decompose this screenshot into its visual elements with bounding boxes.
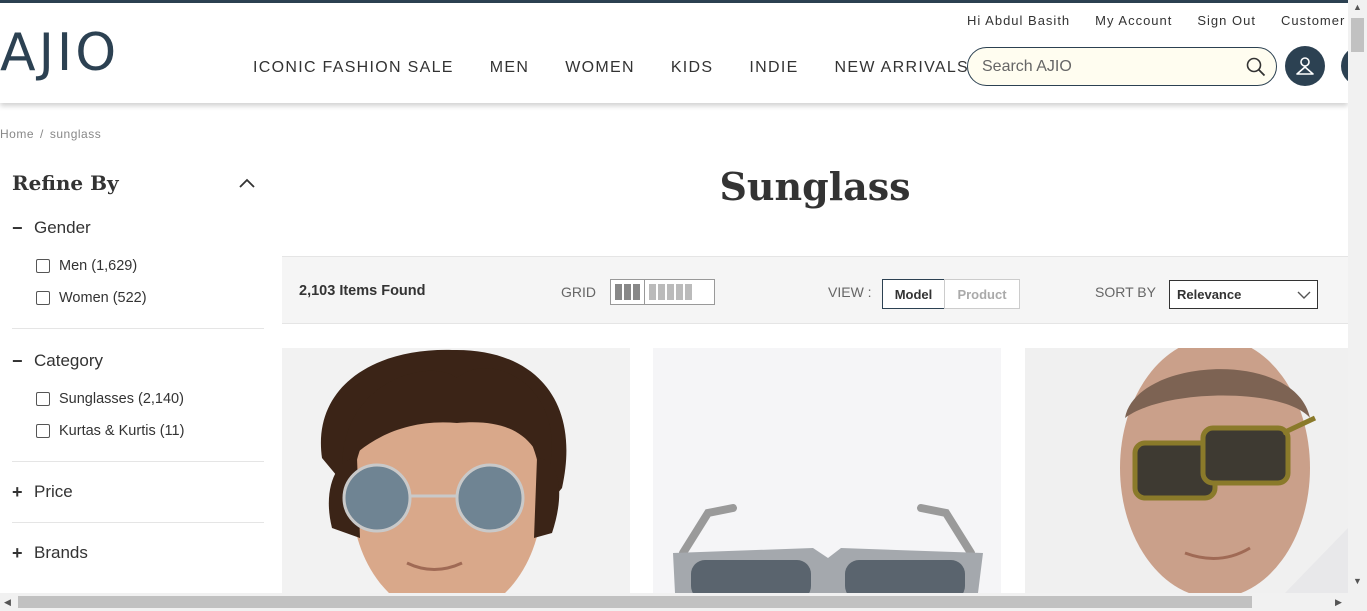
sort-select[interactable]: Relevance [1169, 280, 1318, 309]
filter-option-kurtas[interactable]: Kurtas & Kurtis (11) [12, 415, 264, 447]
option-label: Kurtas & Kurtis (11) [59, 423, 185, 439]
facet-price: + Price [12, 462, 264, 523]
filter-option-women[interactable]: Women (522) [12, 282, 264, 314]
checkbox[interactable] [36, 424, 50, 438]
facet-header-price[interactable]: + Price [12, 462, 264, 522]
view-product-button[interactable]: Product [944, 279, 1020, 309]
utility-links: Hi Abdul Basith My Account Sign Out Cust… [967, 13, 1367, 28]
breadcrumb-current: sunglass [49, 127, 102, 141]
refine-header[interactable]: Refine By [12, 160, 264, 206]
nav-men[interactable]: MEN [490, 59, 529, 77]
option-label: Men (1,629) [59, 258, 138, 274]
main-nav: ICONIC FASHION SALE MEN WOMEN KIDS INDIE… [253, 59, 1005, 77]
breadcrumb-separator: / [40, 127, 44, 141]
greeting-link[interactable]: Hi Abdul Basith [967, 13, 1070, 28]
scroll-left-arrow-icon[interactable]: ◀ [4, 597, 11, 608]
checkbox[interactable] [36, 291, 50, 305]
product-card[interactable] [653, 348, 1001, 593]
filter-option-sunglasses[interactable]: Sunglasses (2,140) [12, 383, 264, 415]
scroll-up-arrow-icon[interactable]: ▲ [1353, 2, 1362, 12]
scroll-down-arrow-icon[interactable]: ▼ [1353, 576, 1362, 586]
ajio-logo[interactable]: AJIO [0, 23, 119, 83]
grid-5-columns-button[interactable] [645, 280, 696, 304]
nav-new-arrivals[interactable]: NEW ARRIVALS [835, 59, 969, 77]
product-image[interactable] [282, 348, 630, 593]
facet-header-brands[interactable]: + Brands [12, 523, 264, 583]
collapse-icon: − [12, 217, 23, 238]
expand-icon: + [12, 481, 23, 502]
sign-out-link[interactable]: Sign Out [1197, 13, 1256, 28]
facet-header-gender[interactable]: − Gender [12, 206, 264, 250]
search-box [967, 47, 1277, 86]
site-header: AJIO Hi Abdul Basith My Account Sign Out… [0, 3, 1367, 103]
refine-title: Refine By [12, 171, 119, 195]
option-label: Women (522) [59, 290, 147, 306]
checkbox[interactable] [36, 259, 50, 273]
grid-3-columns-button[interactable] [611, 280, 645, 304]
product-image[interactable] [1025, 348, 1348, 593]
user-icon [1296, 57, 1314, 75]
view-label: VIEW : [828, 284, 872, 300]
collapse-icon: − [12, 350, 23, 371]
nav-indie[interactable]: INDIE [749, 59, 798, 77]
chevron-up-icon[interactable] [238, 174, 256, 192]
product-card[interactable] [1025, 348, 1348, 593]
option-label: Sunglasses (2,140) [59, 391, 184, 407]
horizontal-scroll-thumb[interactable] [18, 596, 1252, 608]
chevron-down-icon [1297, 291, 1311, 299]
view-model-button[interactable]: Model [882, 279, 945, 309]
vertical-scroll-thumb[interactable] [1351, 18, 1364, 52]
sort-label: SORT BY [1095, 284, 1156, 300]
nav-iconic-fashion-sale[interactable]: ICONIC FASHION SALE [253, 59, 454, 77]
product-image[interactable] [653, 348, 1001, 593]
breadcrumb-home[interactable]: Home [0, 127, 34, 141]
breadcrumb: Home / sunglass [0, 127, 101, 141]
search-input[interactable] [982, 57, 1232, 76]
facet-brands: + Brands [12, 523, 264, 583]
facet-label: Price [34, 482, 73, 501]
results-toolbar: 2,103 Items Found GRID VIEW : Model Prod… [282, 256, 1348, 324]
facet-label: Gender [34, 218, 91, 237]
sort-value: Relevance [1177, 287, 1242, 302]
items-found-count: 2,103 Items Found [299, 283, 426, 299]
facet-category: − Category Sunglasses (2,140) Kurtas & K… [12, 339, 264, 462]
grid-label: GRID [561, 284, 596, 300]
vertical-scrollbar[interactable] [1348, 0, 1367, 593]
account-button[interactable] [1285, 46, 1325, 86]
facet-header-category[interactable]: − Category [12, 339, 264, 383]
page-title: Sunglass [719, 164, 911, 209]
facet-label: Category [34, 351, 103, 370]
nav-women[interactable]: WOMEN [565, 59, 635, 77]
search-icon[interactable] [1246, 57, 1266, 77]
my-account-link[interactable]: My Account [1095, 13, 1172, 28]
customer-care-link[interactable]: Customer [1281, 13, 1345, 28]
facet-gender: − Gender Men (1,629) Women (522) [12, 206, 264, 329]
checkbox[interactable] [36, 392, 50, 406]
expand-icon: + [12, 542, 23, 563]
scroll-right-arrow-icon[interactable]: ▶ [1335, 597, 1342, 608]
filter-option-men[interactable]: Men (1,629) [12, 250, 264, 282]
facet-label: Brands [34, 543, 88, 562]
nav-kids[interactable]: KIDS [671, 59, 714, 77]
grid-switch [610, 279, 715, 305]
product-card[interactable] [282, 348, 630, 593]
filter-sidebar: Refine By − Gender Men (1,629) Women (52… [12, 160, 264, 583]
